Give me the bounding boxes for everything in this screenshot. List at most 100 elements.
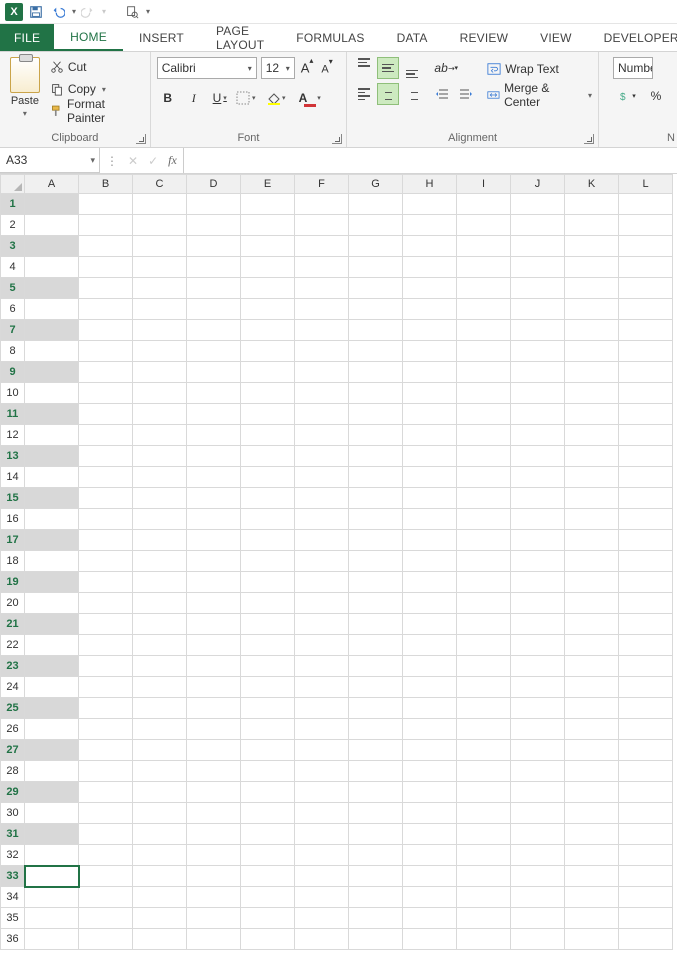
formula-input[interactable] (184, 148, 677, 173)
cell-K19[interactable] (565, 572, 619, 593)
cell-E14[interactable] (241, 467, 295, 488)
cell-D11[interactable] (187, 404, 241, 425)
cell-C26[interactable] (133, 719, 187, 740)
cell-A7[interactable] (25, 320, 79, 341)
cell-H16[interactable] (403, 509, 457, 530)
column-header-C[interactable]: C (133, 175, 187, 194)
cell-J22[interactable] (511, 635, 565, 656)
cell-J24[interactable] (511, 677, 565, 698)
cell-L2[interactable] (619, 215, 673, 236)
cell-E19[interactable] (241, 572, 295, 593)
cell-G6[interactable] (349, 299, 403, 320)
cell-F12[interactable] (295, 425, 349, 446)
cell-B12[interactable] (79, 425, 133, 446)
cell-J11[interactable] (511, 404, 565, 425)
cell-F34[interactable] (295, 887, 349, 908)
cell-F27[interactable] (295, 740, 349, 761)
cell-K20[interactable] (565, 593, 619, 614)
cell-B9[interactable] (79, 362, 133, 383)
cell-E13[interactable] (241, 446, 295, 467)
tab-data[interactable]: DATA (381, 24, 444, 51)
cell-G11[interactable] (349, 404, 403, 425)
row-header-4[interactable]: 4 (1, 257, 25, 278)
cell-K12[interactable] (565, 425, 619, 446)
column-header-B[interactable]: B (79, 175, 133, 194)
row-header-23[interactable]: 23 (1, 656, 25, 677)
cell-C13[interactable] (133, 446, 187, 467)
cell-K5[interactable] (565, 278, 619, 299)
number-format-combo[interactable]: Numbe (613, 57, 653, 79)
cell-C20[interactable] (133, 593, 187, 614)
cell-L20[interactable] (619, 593, 673, 614)
column-header-J[interactable]: J (511, 175, 565, 194)
cell-C29[interactable] (133, 782, 187, 803)
cell-J8[interactable] (511, 341, 565, 362)
cell-A2[interactable] (25, 215, 79, 236)
cell-J35[interactable] (511, 908, 565, 929)
cell-D4[interactable] (187, 257, 241, 278)
cell-K34[interactable] (565, 887, 619, 908)
cell-I34[interactable] (457, 887, 511, 908)
cell-J17[interactable] (511, 530, 565, 551)
cell-E2[interactable] (241, 215, 295, 236)
cell-I22[interactable] (457, 635, 511, 656)
column-header-I[interactable]: I (457, 175, 511, 194)
cell-D14[interactable] (187, 467, 241, 488)
cell-H34[interactable] (403, 887, 457, 908)
row-header-28[interactable]: 28 (1, 761, 25, 782)
cell-E25[interactable] (241, 698, 295, 719)
redo-dropdown[interactable]: ▾ (100, 7, 106, 16)
cell-G9[interactable] (349, 362, 403, 383)
increase-font-button[interactable]: A▴ (299, 60, 316, 75)
cell-G3[interactable] (349, 236, 403, 257)
tab-formulas[interactable]: FORMULAS (280, 24, 380, 51)
cell-I21[interactable] (457, 614, 511, 635)
cell-I29[interactable] (457, 782, 511, 803)
cell-E20[interactable] (241, 593, 295, 614)
undo-button[interactable] (48, 2, 68, 22)
cell-B28[interactable] (79, 761, 133, 782)
cell-J21[interactable] (511, 614, 565, 635)
cell-H5[interactable] (403, 278, 457, 299)
cell-B7[interactable] (79, 320, 133, 341)
redo-button[interactable] (78, 2, 98, 22)
cell-L29[interactable] (619, 782, 673, 803)
cell-J28[interactable] (511, 761, 565, 782)
cell-E30[interactable] (241, 803, 295, 824)
italic-button[interactable]: I (183, 87, 205, 109)
cell-B15[interactable] (79, 488, 133, 509)
cell-I1[interactable] (457, 194, 511, 215)
cell-H14[interactable] (403, 467, 457, 488)
cell-H8[interactable] (403, 341, 457, 362)
cell-H25[interactable] (403, 698, 457, 719)
cell-I16[interactable] (457, 509, 511, 530)
cell-I35[interactable] (457, 908, 511, 929)
cell-G14[interactable] (349, 467, 403, 488)
cell-G27[interactable] (349, 740, 403, 761)
row-header-25[interactable]: 25 (1, 698, 25, 719)
cell-A10[interactable] (25, 383, 79, 404)
cell-D6[interactable] (187, 299, 241, 320)
cell-L12[interactable] (619, 425, 673, 446)
cell-J2[interactable] (511, 215, 565, 236)
row-header-11[interactable]: 11 (1, 404, 25, 425)
cell-J32[interactable] (511, 845, 565, 866)
cell-A36[interactable] (25, 929, 79, 950)
cell-J30[interactable] (511, 803, 565, 824)
tab-developer[interactable]: DEVELOPER (588, 24, 677, 51)
cell-J13[interactable] (511, 446, 565, 467)
cell-D28[interactable] (187, 761, 241, 782)
cell-G12[interactable] (349, 425, 403, 446)
cell-K11[interactable] (565, 404, 619, 425)
cell-F18[interactable] (295, 551, 349, 572)
cell-C33[interactable] (133, 866, 187, 887)
cell-J29[interactable] (511, 782, 565, 803)
cell-L26[interactable] (619, 719, 673, 740)
cell-I24[interactable] (457, 677, 511, 698)
cell-A31[interactable] (25, 824, 79, 845)
align-top-button[interactable] (353, 57, 375, 79)
decrease-indent-button[interactable] (431, 83, 453, 105)
cell-I17[interactable] (457, 530, 511, 551)
column-header-K[interactable]: K (565, 175, 619, 194)
cell-I9[interactable] (457, 362, 511, 383)
